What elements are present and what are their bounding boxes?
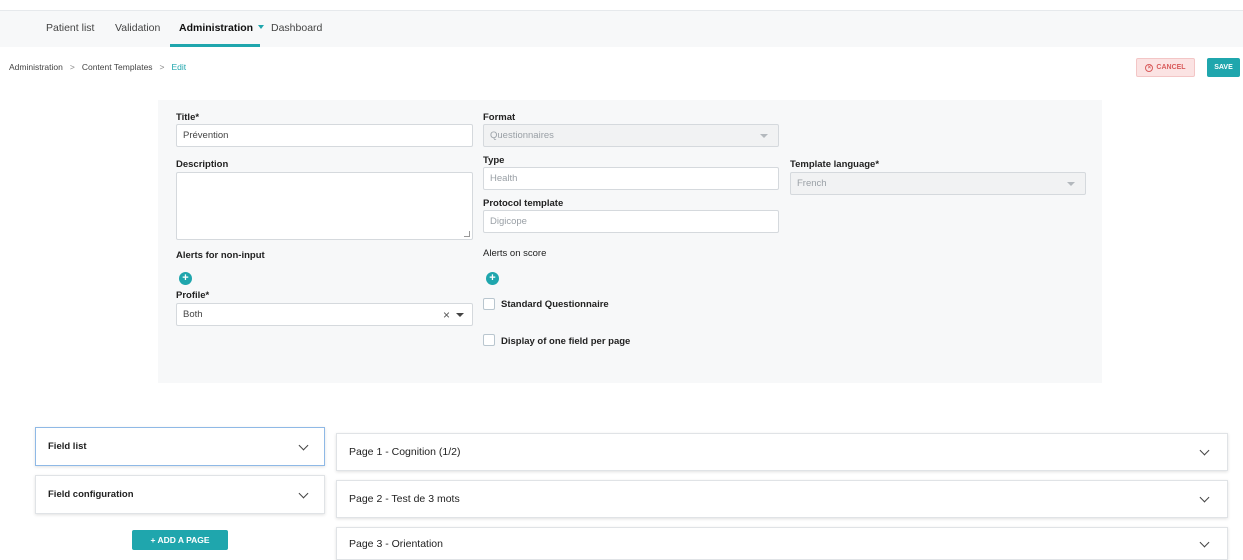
template-language-value: French (797, 178, 827, 189)
breadcrumb-administration[interactable]: Administration (9, 62, 63, 72)
breadcrumb-edit: Edit (171, 62, 187, 72)
chevron-down-icon (258, 25, 265, 30)
template-form-panel: Title* Prévention Description Alerts for… (158, 100, 1102, 383)
cancel-circle-icon: × (1145, 63, 1154, 72)
template-language-select: French (790, 172, 1086, 195)
add-page-button[interactable]: + ADD A PAGE (132, 530, 228, 550)
cancel-button[interactable]: × CANCEL (1136, 58, 1195, 77)
title-label: Title* (176, 112, 200, 123)
chevron-down-icon (760, 134, 768, 138)
template-language-label: Template language* (790, 159, 880, 170)
field-configuration-label: Field configuration (48, 489, 134, 500)
type-label: Type (483, 155, 505, 166)
nav-patient-list[interactable]: Patient list (46, 22, 94, 34)
page-title-2: Page 2 - Test de 3 mots (349, 493, 460, 505)
add-alert-non-input-icon[interactable]: + (179, 272, 192, 285)
protocol-template-label: Protocol template (483, 198, 564, 209)
clear-icon[interactable]: × (443, 308, 450, 322)
chevron-down-icon (1199, 445, 1210, 456)
profile-value: Both (183, 309, 203, 320)
alerts-on-score-label: Alerts on score (483, 248, 547, 259)
nav-administration-label: Administration (179, 22, 254, 34)
chevron-down-icon (456, 313, 464, 317)
profile-select[interactable]: Both × (176, 303, 473, 326)
title-input[interactable]: Prévention (176, 124, 473, 147)
page-accordion-1[interactable]: Page 1 - Cognition (1/2) (336, 433, 1228, 471)
add-alert-on-score-icon[interactable]: + (486, 272, 499, 285)
nav-dashboard[interactable]: Dashboard (271, 22, 322, 34)
chevron-down-icon (1067, 182, 1075, 186)
format-label: Format (483, 112, 516, 123)
chevron-right-icon: > (159, 62, 165, 72)
format-select: Questionnaires (483, 124, 779, 147)
one-field-per-page-checkbox[interactable] (483, 334, 495, 346)
nav-administration[interactable]: Administration (179, 22, 265, 34)
standard-questionnaire-label: Standard Questionnaire (501, 299, 609, 310)
field-configuration-section[interactable]: Field configuration (35, 475, 325, 514)
description-label: Description (176, 159, 229, 170)
resize-handle-icon[interactable] (464, 231, 470, 237)
page-accordion-3[interactable]: Page 3 - Orientation (336, 527, 1228, 560)
title-value: Prévention (183, 130, 229, 141)
top-navigation: Patient list Validation Administration D… (0, 10, 1243, 47)
chevron-down-icon (1199, 537, 1210, 548)
field-list-label: Field list (48, 441, 87, 452)
page-title-3: Page 3 - Orientation (349, 537, 443, 550)
standard-questionnaire-checkbox[interactable] (483, 298, 495, 310)
protocol-template-input[interactable]: Digicope (483, 210, 779, 233)
page-accordion-2[interactable]: Page 2 - Test de 3 mots (336, 480, 1228, 518)
field-list-section[interactable]: Field list (35, 427, 325, 466)
format-value: Questionnaires (490, 130, 554, 141)
chevron-down-icon (1199, 492, 1210, 503)
page-title-1: Page 1 - Cognition (1/2) (349, 446, 461, 458)
type-value: Health (490, 173, 518, 184)
save-button[interactable]: SAVE (1207, 58, 1240, 77)
nav-validation[interactable]: Validation (115, 22, 160, 34)
cancel-button-label: CANCEL (1156, 64, 1186, 71)
protocol-template-value: Digicope (490, 216, 527, 227)
profile-label: Profile* (176, 290, 210, 301)
chevron-down-icon (298, 440, 309, 451)
alerts-non-input-label: Alerts for non-input (176, 250, 265, 261)
breadcrumb-content-templates[interactable]: Content Templates (82, 62, 153, 72)
chevron-down-icon (298, 488, 309, 499)
breadcrumb: Administration > Content Templates > Edit (9, 62, 186, 72)
active-tab-indicator (170, 44, 260, 47)
one-field-per-page-label: Display of one field per page (501, 336, 631, 347)
description-textarea[interactable] (176, 172, 473, 240)
chevron-right-icon: > (69, 62, 75, 72)
type-input[interactable]: Health (483, 167, 779, 190)
